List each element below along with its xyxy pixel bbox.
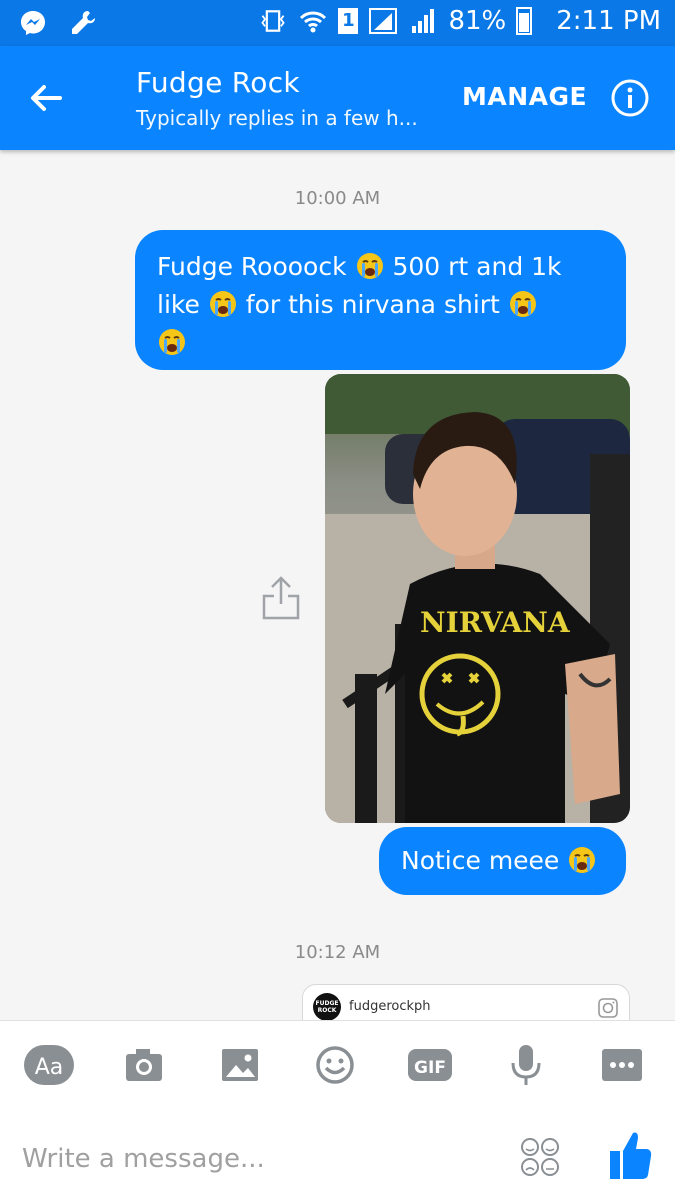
wrench-icon <box>72 11 95 34</box>
signal-icon-2 <box>412 9 435 33</box>
shared-photo[interactable]: NIRVANA <box>325 374 630 823</box>
back-arrow-icon[interactable] <box>24 76 68 120</box>
clock-time: 2:11 PM <box>556 6 661 36</box>
message-input[interactable] <box>22 1139 482 1179</box>
post-handle: fudgerockph <box>349 999 431 1014</box>
info-icon[interactable] <box>610 78 650 118</box>
message-text: like <box>157 290 200 319</box>
message-timestamp: 10:00 AM <box>294 188 381 209</box>
message-line <box>157 324 604 362</box>
gif-label: GIF <box>414 1058 446 1078</box>
manage-button[interactable]: MANAGE <box>462 82 587 111</box>
message-text: 500 rt and 1k <box>392 252 562 281</box>
message-composer: Aa GIF <box>0 1020 675 1200</box>
battery-percent: 81% <box>448 6 507 36</box>
message-text: Fudge Roooock <box>157 252 347 281</box>
sticker-button[interactable] <box>313 1043 357 1087</box>
crying-face-emoji-icon <box>509 291 536 317</box>
camera-button[interactable] <box>122 1043 166 1087</box>
aa-label: Aa <box>35 1055 64 1080</box>
wifi-icon <box>300 11 327 33</box>
share-icon[interactable] <box>260 574 302 622</box>
crying-face-emoji-icon <box>569 847 596 873</box>
message-line: like for this nirvana shirt <box>157 286 604 324</box>
crying-face-emoji-icon <box>159 329 185 355</box>
vibrate-icon <box>261 10 286 32</box>
crying-face-emoji-icon <box>209 291 236 317</box>
chat-title[interactable]: Fudge Rock <box>136 66 300 99</box>
gif-button[interactable]: GIF <box>406 1043 454 1087</box>
message-text: for this nirvana shirt <box>245 290 500 319</box>
text-format-button[interactable]: Aa <box>24 1043 74 1087</box>
message-timestamp: 10:12 AM <box>294 942 381 963</box>
microphone-button[interactable] <box>504 1043 548 1087</box>
chat-subtitle: Typically replies in a few h... <box>136 106 418 130</box>
chat-header: Fudge Rock Typically replies in a few h.… <box>0 46 675 150</box>
svg-text:NIRVANA: NIRVANA <box>420 606 571 639</box>
more-button[interactable] <box>600 1043 644 1087</box>
signal-icon <box>369 8 398 34</box>
crying-face-emoji-icon <box>356 253 383 279</box>
status-bar: 1 81% 2:11 PM <box>0 0 675 46</box>
message-line: Fudge Roooock 500 rt and 1k <box>157 248 604 286</box>
instagram-icon <box>598 998 618 1018</box>
emoji-picker-icon[interactable] <box>518 1135 562 1179</box>
sent-message-bubble[interactable]: Notice meee <box>379 827 626 895</box>
battery-icon <box>516 7 533 35</box>
message-text: Notice meee <box>401 846 560 875</box>
sent-message-bubble[interactable]: Fudge Roooock 500 rt and 1k like for thi… <box>135 230 626 370</box>
gallery-button[interactable] <box>218 1043 262 1087</box>
sim-icon: 1 <box>338 8 359 34</box>
like-thumbs-up-button[interactable] <box>607 1129 653 1183</box>
messenger-icon <box>21 11 45 35</box>
post-avatar: FUDGE ROCK <box>313 993 341 1021</box>
